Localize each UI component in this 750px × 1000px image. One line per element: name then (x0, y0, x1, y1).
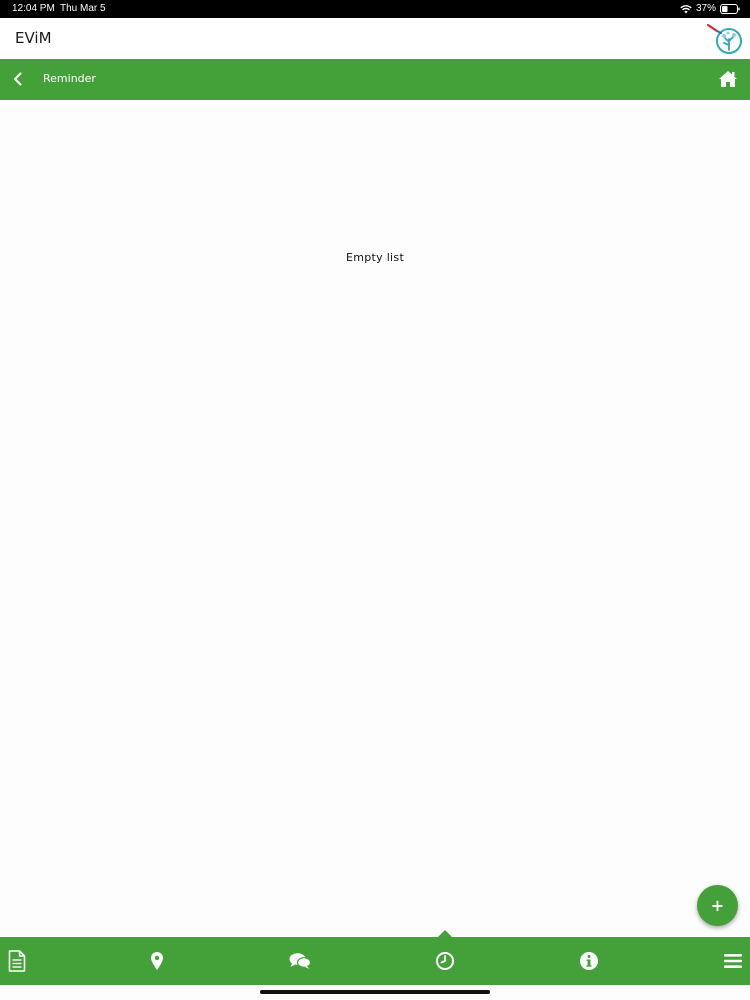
chevron-left-icon (14, 72, 22, 86)
evim-logo-icon (704, 22, 744, 56)
document-icon (8, 950, 26, 972)
tab-info[interactable] (569, 937, 609, 985)
app-header: EViM (0, 18, 750, 59)
status-time: 12:04 PM (12, 3, 55, 14)
status-indicators: 37% (680, 0, 740, 18)
app-title: EViM (15, 29, 52, 47)
tab-reminder[interactable] (425, 937, 465, 985)
battery-percentage: 37% (695, 3, 716, 14)
active-tab-indicator (438, 930, 452, 937)
status-date: Thu Mar 5 (60, 3, 106, 14)
navigation-bar: Reminder (0, 59, 750, 100)
tab-menu[interactable] (713, 937, 750, 985)
wifi-icon (680, 4, 692, 14)
tab-chat[interactable] (280, 937, 320, 985)
chat-bubbles-icon (289, 953, 311, 969)
map-pin-icon (151, 952, 163, 970)
status-bar: 12:04 PM Thu Mar 5 37% (0, 0, 750, 18)
home-icon (719, 71, 737, 87)
bottom-tab-bar (0, 930, 750, 985)
clock-icon (436, 952, 454, 970)
reminder-screen: 12:04 PM Thu Mar 5 37% EViM Reminder Emp… (0, 0, 750, 1000)
empty-list-message: Empty list (345, 251, 405, 264)
hamburger-menu-icon (724, 954, 742, 968)
tab-location[interactable] (137, 937, 177, 985)
home-button[interactable] (718, 69, 738, 89)
info-icon (580, 952, 598, 970)
battery-icon (720, 4, 740, 14)
add-reminder-button[interactable]: + (697, 885, 738, 926)
tab-documents[interactable] (0, 937, 37, 985)
plus-icon: + (710, 896, 725, 915)
page-title: Reminder (43, 72, 96, 85)
back-button[interactable] (6, 67, 30, 91)
home-indicator[interactable] (260, 990, 490, 994)
